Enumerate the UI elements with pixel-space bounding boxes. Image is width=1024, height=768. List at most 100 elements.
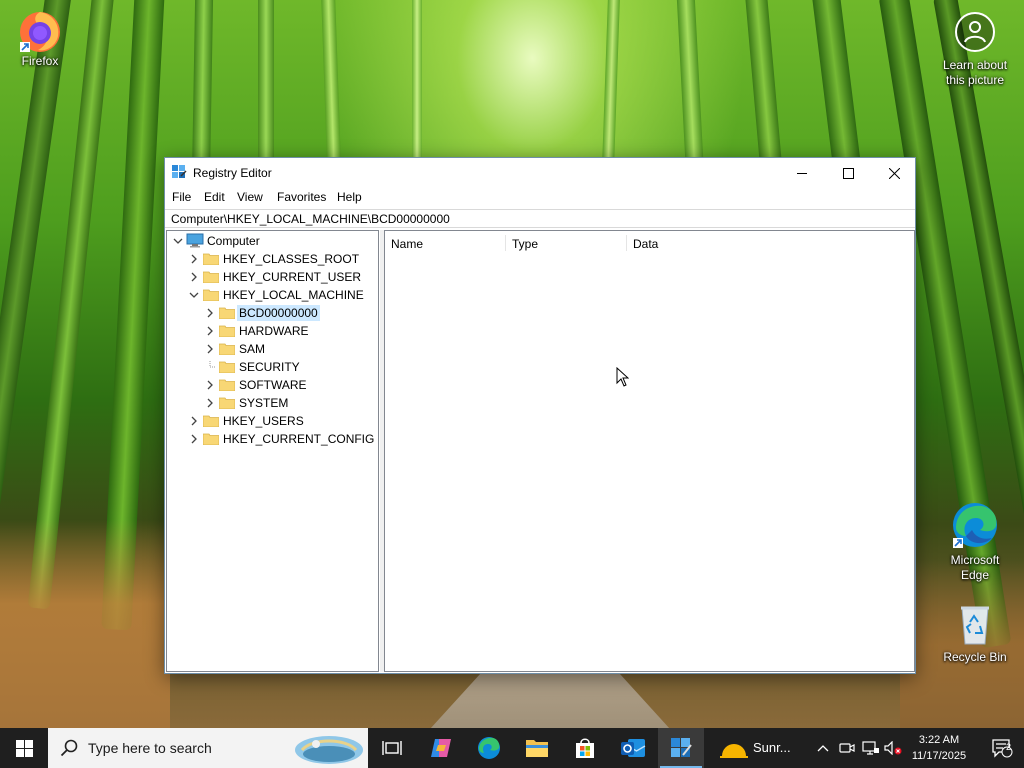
copilot-icon (431, 739, 451, 757)
folder-icon (203, 433, 219, 445)
taskbar-search-box[interactable]: Type here to search (48, 728, 368, 768)
desktop-icon-label: Firefox (21, 54, 59, 68)
chevron-up-icon (817, 745, 829, 752)
notification-count-badge: 2 (1006, 742, 1012, 752)
tree-node-label: SYSTEM (239, 396, 289, 410)
desktop-icon-label: Microsoft Edge (950, 553, 1000, 582)
menu-file[interactable]: File (172, 190, 191, 204)
chevron-right-icon[interactable] (188, 271, 200, 283)
maximize-icon (842, 167, 854, 179)
column-header-label: Data (633, 237, 659, 251)
desktop-icon-label: Learn about this picture (942, 58, 1008, 87)
folder-icon (219, 361, 235, 373)
address-path: Computer\HKEY_LOCAL_MACHINE\BCD00000000 (171, 212, 450, 226)
taskbar-registry-editor-button[interactable] (658, 728, 704, 768)
window-title: Registry Editor (193, 166, 272, 180)
column-header-label: Name (391, 237, 424, 251)
chevron-right-icon[interactable] (188, 415, 200, 427)
taskbar: Type here to search Sunr... 3:22 AM 11/1… (0, 728, 1024, 768)
folder-icon (219, 343, 235, 355)
microsoft-store-icon (576, 738, 594, 758)
volume-muted-icon (884, 741, 902, 755)
values-list-pane[interactable]: Name Type Data (384, 230, 915, 672)
folder-open-icon (203, 289, 219, 301)
taskbar-weather-widget[interactable]: Sunr... (716, 728, 806, 768)
chevron-right-icon[interactable] (204, 325, 216, 337)
menu-view[interactable]: View (237, 190, 263, 204)
chevron-right-icon[interactable] (188, 433, 200, 445)
chevron-right-icon[interactable] (204, 307, 216, 319)
camera-info-icon (955, 12, 995, 52)
computer-icon (186, 233, 204, 248)
tree-node-label: SOFTWARE (239, 378, 307, 392)
taskbar-microsoft-store-button[interactable] (562, 728, 608, 768)
minimize-icon (797, 173, 807, 174)
tray-volume-button[interactable] (882, 728, 904, 768)
tray-network-button[interactable] (860, 728, 882, 768)
recycle-bin-icon (961, 606, 989, 645)
desktop-icon-recycle-bin[interactable]: Recycle Bin (935, 602, 1015, 665)
chevron-right-icon[interactable] (204, 343, 216, 355)
tree-node-label: Computer (207, 234, 260, 248)
desktop-icon-firefox[interactable]: Firefox (0, 6, 80, 69)
taskbar-clock[interactable]: 3:22 AM 11/17/2025 (903, 732, 975, 764)
clock-date: 11/17/2025 (911, 750, 967, 762)
folder-icon (203, 253, 219, 265)
show-hidden-icons-button[interactable] (812, 728, 834, 768)
column-header-name[interactable]: Name (385, 231, 505, 255)
column-header-label: Type (512, 237, 539, 251)
tree-node-label: HKEY_CURRENT_CONFIG (223, 432, 375, 446)
chevron-down-icon[interactable] (188, 289, 200, 301)
menu-bar: File Edit View Favorites Help (165, 188, 915, 208)
tree-node-label: SAM (239, 342, 266, 356)
notification-center-button[interactable]: 2 (980, 728, 1024, 768)
menu-favorites[interactable]: Favorites (277, 190, 326, 204)
windows-logo-icon (15, 739, 33, 757)
task-view-button[interactable] (369, 728, 415, 768)
mouse-cursor-icon (616, 367, 629, 387)
column-header-type[interactable]: Type (506, 231, 626, 255)
search-icon (60, 739, 78, 757)
desktop-icon-microsoft-edge[interactable]: Microsoft Edge (935, 500, 1015, 583)
chevron-right-icon[interactable] (204, 379, 216, 391)
task-view-icon (382, 741, 402, 755)
menu-edit[interactable]: Edit (204, 190, 225, 204)
title-bar[interactable]: Registry Editor (165, 158, 915, 188)
registry-editor-icon (671, 738, 692, 757)
edge-icon (953, 503, 997, 548)
tree-node-label: HKEY_CLASSES_ROOT (223, 252, 360, 266)
folder-icon (219, 397, 235, 409)
column-header-data[interactable]: Data (627, 231, 767, 255)
taskbar-outlook-button[interactable] (610, 728, 656, 768)
registry-editor-window: Registry Editor File Edit View Favorites… (164, 157, 916, 674)
taskbar-copilot-button[interactable] (418, 728, 464, 768)
taskbar-edge-button[interactable] (466, 728, 512, 768)
clock-time: 3:22 AM (918, 734, 960, 746)
taskbar-file-explorer-button[interactable] (514, 728, 560, 768)
weather-text: Sunr... (753, 740, 791, 755)
address-bar[interactable]: Computer\HKEY_LOCAL_MACHINE\BCD00000000 (165, 209, 915, 228)
tree-node-label: HKEY_USERS (223, 414, 304, 428)
edge-icon (478, 737, 500, 759)
desktop-icon-learn-about-picture[interactable]: Learn about this picture (935, 10, 1015, 88)
tray-meet-now-button[interactable] (836, 728, 858, 768)
folder-icon (219, 379, 235, 391)
start-button[interactable] (0, 728, 48, 768)
tree-connector-icon (209, 361, 216, 368)
tree-node-label: BCD00000000 (237, 305, 320, 321)
camera-icon (839, 743, 855, 753)
chevron-down-icon[interactable] (172, 235, 184, 247)
chevron-right-icon[interactable] (204, 397, 216, 409)
menu-help[interactable]: Help (337, 190, 362, 204)
file-explorer-icon (526, 740, 548, 757)
close-button[interactable] (871, 158, 917, 188)
search-highlight-image-icon (295, 736, 363, 764)
maximize-button[interactable] (825, 158, 871, 188)
firefox-icon (20, 12, 60, 52)
tree-node-label: HKEY_LOCAL_MACHINE (223, 288, 364, 302)
chevron-right-icon[interactable] (188, 253, 200, 265)
key-tree-pane[interactable]: Computer HKEY_CLASSES_ROOT HKEY_CURRENT_… (166, 230, 379, 672)
minimize-button[interactable] (779, 158, 825, 188)
network-icon (862, 741, 879, 755)
close-icon (888, 167, 900, 179)
